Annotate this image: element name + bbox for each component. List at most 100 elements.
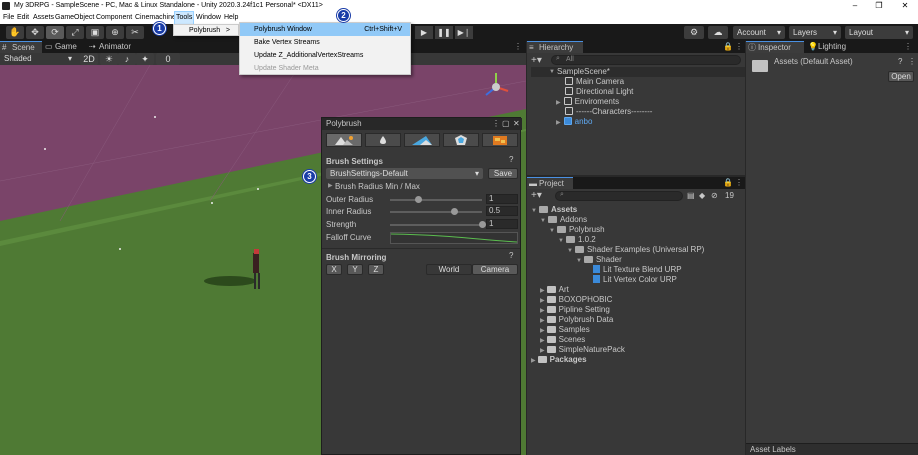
menu-gameobject[interactable]: GameObject [55, 12, 94, 24]
tab-hierarchy[interactable]: ≡ Hierarchy [527, 41, 583, 53]
hand-tool-icon[interactable]: ✋ [6, 26, 24, 39]
play-button[interactable]: ▶ [415, 26, 433, 39]
chevron-right-icon[interactable]: ▶ [540, 308, 545, 314]
chevron-down-icon[interactable]: ▼ [531, 208, 537, 214]
tab-animator[interactable]: ⇢ Animator [87, 41, 147, 53]
mirror-x-toggle[interactable]: X [326, 264, 342, 275]
scale-tool-icon[interactable]: ⤢ [66, 26, 84, 39]
mirror-world-toggle[interactable]: World [426, 264, 472, 275]
chevron-right-icon[interactable]: ▶ [540, 348, 545, 354]
inner-radius-slider[interactable] [390, 211, 482, 213]
rect-tool-icon[interactable]: ▣ [86, 26, 104, 39]
strength-slider[interactable] [390, 224, 482, 226]
chevron-right-icon[interactable]: ▶ [328, 182, 333, 189]
lock-icon[interactable]: 🔒 [723, 177, 733, 189]
paint-texture-mode-icon[interactable] [482, 133, 518, 147]
project-tree-item[interactable]: Lit Texture Blend URP [585, 265, 682, 275]
menu-window[interactable]: Window [196, 12, 221, 24]
maximize-icon[interactable]: ▢ [502, 118, 510, 130]
mirror-y-toggle[interactable]: Y [347, 264, 363, 275]
tab-inspector[interactable]: ⓘ Inspector [746, 41, 804, 53]
close-button[interactable]: ✕ [895, 0, 915, 12]
chevron-right-icon[interactable]: ▶ [531, 358, 536, 364]
tree-item-anbo[interactable]: ▶ anbo [556, 117, 592, 128]
menu-file[interactable]: File [3, 12, 14, 24]
menu-item-polybrush-window[interactable]: Polybrush Window Ctrl+Shift+V [240, 23, 410, 36]
menu-assets[interactable]: Assets [33, 12, 54, 24]
filter-type-icon[interactable]: ▤ [687, 191, 695, 200]
mirror-z-toggle[interactable]: Z [368, 264, 384, 275]
chevron-right-icon[interactable]: ▶ [540, 298, 545, 304]
outer-radius-slider-handle[interactable] [414, 196, 422, 203]
tree-item-directional-light[interactable]: Directional Light [565, 87, 633, 97]
chevron-down-icon[interactable]: ▼ [549, 228, 555, 234]
menu-help[interactable]: Help [224, 12, 238, 24]
scene-kebab-icon[interactable]: ⋮ [514, 41, 522, 53]
project-search-input[interactable]: ⌕ [555, 191, 683, 201]
cloud-icon[interactable]: ☁ [708, 26, 728, 39]
chevron-right-icon[interactable]: ▶ [540, 318, 545, 324]
chevron-down-icon[interactable]: ▼ [576, 258, 582, 264]
hierarchy-kebab-icon[interactable]: ⋮ [735, 41, 743, 53]
move-tool-icon[interactable]: ✥ [26, 26, 44, 39]
brush-preset-dropdown[interactable]: BrushSettings-Default ▾ [326, 168, 483, 179]
account-dropdown[interactable]: Account ▾ [733, 26, 785, 39]
add-icon[interactable]: +▾ [531, 55, 542, 66]
help-icon[interactable]: ? [509, 251, 513, 260]
collab-icon[interactable]: ⚙ [684, 26, 704, 39]
filter-label-icon[interactable]: ◆ [699, 191, 705, 200]
project-tree-item[interactable]: ▶ Packages [531, 355, 587, 366]
chevron-down-icon[interactable]: ▼ [567, 248, 573, 254]
chevron-right-icon[interactable]: ▶ [540, 288, 545, 294]
rotate-tool-icon[interactable]: ⟳ [46, 26, 64, 39]
chevron-down-icon[interactable]: ▼ [540, 218, 546, 224]
outer-radius-field[interactable]: 1 [486, 194, 518, 204]
menu-tools[interactable]: Tools [173, 11, 195, 25]
falloff-curve-field[interactable] [390, 232, 518, 244]
tab-scene[interactable]: # Scene [0, 41, 42, 53]
chevron-down-icon[interactable]: ▼ [558, 238, 564, 244]
help-icon[interactable]: ? [898, 57, 902, 66]
transform-tool-icon[interactable]: ⊕ [106, 26, 124, 39]
effects-toggle-icon[interactable]: ✦ [136, 53, 154, 65]
strength-field[interactable]: 1 [486, 219, 518, 229]
inspector-kebab-icon[interactable]: ⋮ [908, 57, 916, 66]
help-icon[interactable]: ? [509, 155, 513, 164]
paint-color-mode-icon[interactable] [404, 133, 440, 147]
chevron-right-icon[interactable]: ▶ [540, 338, 545, 344]
pause-button[interactable]: ❚❚ [435, 26, 453, 39]
tab-game[interactable]: ▭ Game [43, 41, 87, 53]
menu-edit[interactable]: Edit [17, 12, 29, 24]
add-icon[interactable]: +▾ [531, 190, 542, 201]
lock-icon[interactable]: 🔒 [723, 41, 733, 53]
2d-toggle[interactable]: 2D [80, 53, 98, 65]
kebab-icon[interactable]: ⋮ [492, 118, 500, 130]
menu-item-bake-vertex-streams[interactable]: Bake Vertex Streams [240, 36, 410, 49]
project-kebab-icon[interactable]: ⋮ [735, 177, 743, 189]
layout-dropdown[interactable]: Layout ▾ [845, 26, 913, 39]
menu-component[interactable]: Component [96, 12, 132, 24]
strength-slider-handle[interactable] [479, 221, 486, 228]
shading-mode-dropdown[interactable]: Shaded ▾ [0, 53, 76, 65]
sculpt-mode-icon[interactable] [326, 133, 362, 147]
inner-radius-slider-handle[interactable] [451, 208, 459, 215]
save-button[interactable]: Save [488, 168, 518, 179]
hidden-packages-icon[interactable]: ⊘ [711, 191, 718, 200]
inspector-kebab-icon[interactable]: ⋮ [904, 41, 912, 53]
inner-radius-field[interactable]: 0.5 [486, 206, 518, 216]
project-tree-item[interactable]: Lit Vertex Color URP [585, 275, 677, 285]
minimize-button[interactable]: – [845, 0, 865, 12]
tree-item-scene[interactable]: ▼ SampleScene* [531, 67, 745, 77]
tab-project[interactable]: ▬ Project [527, 177, 573, 189]
hierarchy-search-input[interactable]: ⌕ All [551, 55, 741, 65]
menu-item-update-additional-streams[interactable]: Update Z_AdditionalVertexStreams [240, 49, 410, 62]
layers-dropdown[interactable]: Layers ▾ [789, 26, 841, 39]
step-button[interactable]: ▶❘ [455, 26, 473, 39]
mirror-camera-toggle[interactable]: Camera [472, 264, 518, 275]
maximize-button[interactable]: ❐ [869, 0, 889, 12]
audio-toggle-icon[interactable]: ♪ [118, 53, 136, 65]
custom-tool-icon[interactable]: ✂ [126, 26, 144, 39]
smooth-mode-icon[interactable] [365, 133, 401, 147]
tab-lighting[interactable]: 💡 Lighting [806, 41, 864, 53]
tree-item-main-camera[interactable]: Main Camera [565, 77, 624, 87]
